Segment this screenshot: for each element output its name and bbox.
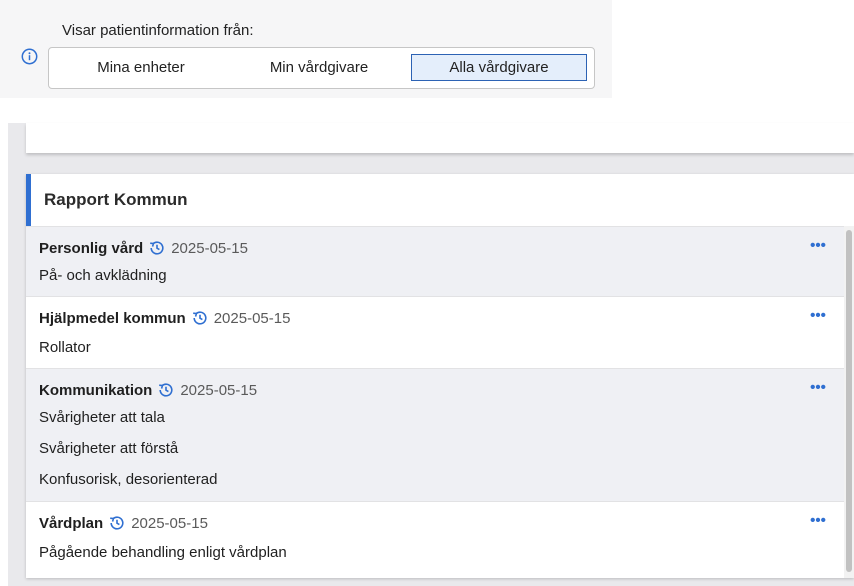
item-header: Vårdplan 2025-05-15 <box>39 514 208 532</box>
patient-info-filter: Visar patientinformation från: Mina enhe… <box>0 0 612 98</box>
item-date: 2025-05-15 <box>213 309 291 327</box>
panel-divider <box>26 123 854 153</box>
item-detail: Konfusorisk, desorienterad <box>39 471 218 488</box>
page: Visar patientinformation från: Mina enhe… <box>0 0 854 586</box>
more-options-button[interactable]: ••• <box>805 304 831 326</box>
item-date: 2025-05-15 <box>171 239 248 257</box>
filter-label: Visar patientinformation från: <box>62 22 254 39</box>
item-detail: På- och avklädning <box>39 267 167 284</box>
list-item: Kommunikation 2025-05-15 Svårigheter att… <box>26 368 844 501</box>
scrollbar[interactable] <box>844 226 854 578</box>
rapport-kommun-card: Rapport Kommun Personlig vård 2025-05-15… <box>26 174 854 578</box>
option-mina-enheter[interactable]: Mina enheter <box>73 54 209 81</box>
item-header: Kommunikation 2025-05-15 <box>39 381 257 399</box>
history-clock-icon[interactable] <box>157 381 175 399</box>
item-detail: Rollator <box>39 339 91 356</box>
item-date: 2025-05-15 <box>180 381 258 399</box>
option-alla-vardgivare[interactable]: Alla vårdgivare <box>411 54 587 81</box>
report-list: Personlig vård 2025-05-15 På- och avkläd… <box>26 226 844 578</box>
card-title: Rapport Kommun <box>44 190 188 209</box>
item-header: Personlig vård 2025-05-15 <box>39 239 248 257</box>
item-detail: Svårigheter att förstå <box>39 440 179 457</box>
history-clock-icon[interactable] <box>108 514 126 532</box>
item-detail: Pågående behandling enligt vårdplan <box>39 544 287 561</box>
source-segmented-control: Mina enheter Min vårdgivare Alla vårdgiv… <box>48 47 595 89</box>
more-options-button[interactable]: ••• <box>805 376 831 398</box>
item-title: Kommunikation <box>39 381 153 399</box>
item-title: Vårdplan <box>39 514 104 532</box>
item-detail: Svårigheter att tala <box>39 409 165 426</box>
history-clock-icon[interactable] <box>148 239 166 257</box>
scrollbar-thumb[interactable] <box>846 230 852 572</box>
option-min-vardgivare[interactable]: Min vårdgivare <box>234 54 404 81</box>
history-clock-icon[interactable] <box>191 309 209 327</box>
info-circle-icon[interactable] <box>21 48 38 65</box>
item-title: Personlig vård <box>39 239 144 257</box>
item-date: 2025-05-15 <box>131 514 208 532</box>
more-options-button[interactable]: ••• <box>805 509 831 531</box>
list-item: Hjälpmedel kommun 2025-05-15 Rollator ••… <box>26 296 844 368</box>
card-header: Rapport Kommun <box>26 174 854 226</box>
list-item: Personlig vård 2025-05-15 På- och avkläd… <box>26 226 844 296</box>
item-title: Hjälpmedel kommun <box>39 309 186 327</box>
item-header: Hjälpmedel kommun 2025-05-15 <box>39 309 290 327</box>
more-options-button[interactable]: ••• <box>805 234 831 256</box>
list-item: Vårdplan 2025-05-15 Pågående behandling … <box>26 501 844 578</box>
